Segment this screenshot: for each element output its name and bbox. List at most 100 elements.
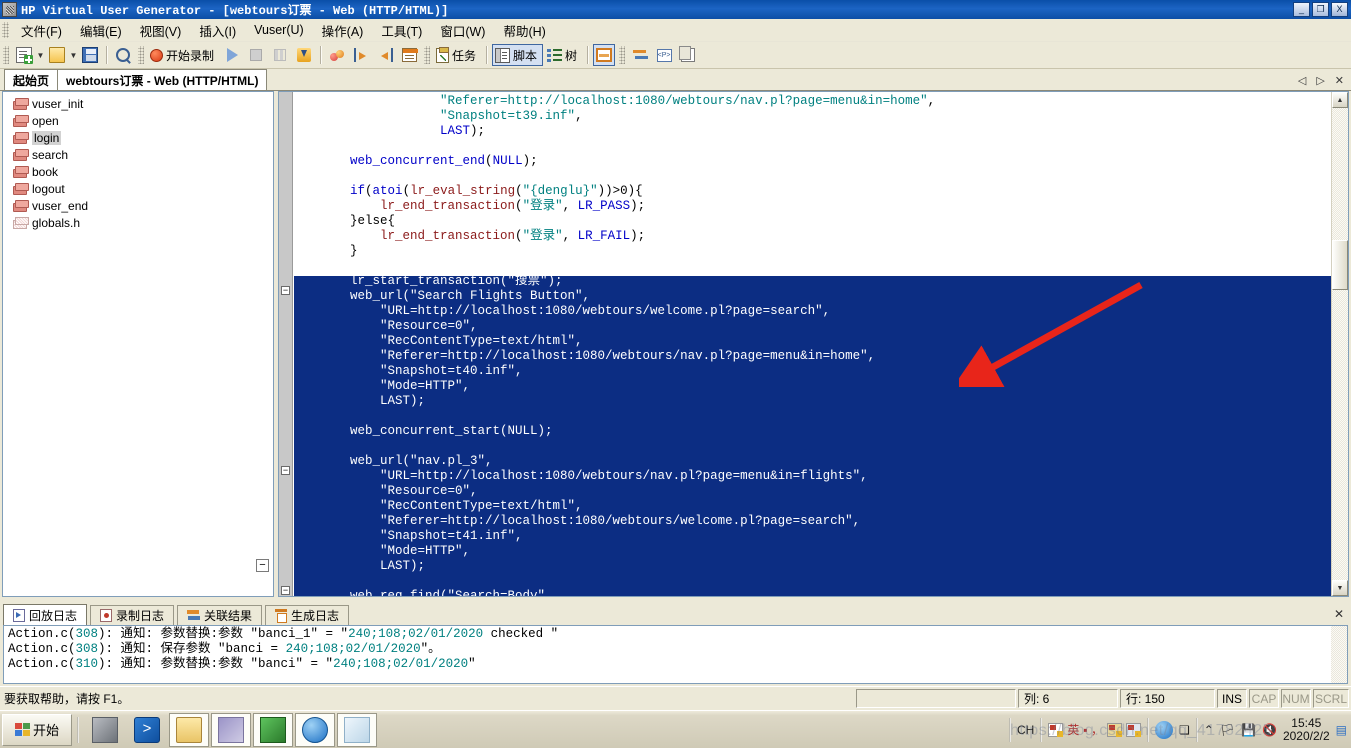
code-text[interactable]: "Referer=http://localhost:1080/webtours/… (294, 92, 1331, 596)
menu-item-action[interactable]: 操作(A) (313, 18, 373, 43)
tree-collapse-button[interactable]: − (256, 559, 269, 572)
log-tab-replay[interactable]: 回放日志 (3, 604, 88, 625)
find-button[interactable] (112, 44, 134, 66)
toolbar-grip-2[interactable] (138, 46, 144, 64)
tray-app-icon[interactable] (1154, 720, 1173, 739)
maximize-button[interactable]: ❐ (1312, 2, 1329, 17)
ime-mode-label[interactable]: 英 (1067, 721, 1079, 738)
menu-item-insert[interactable]: 插入(I) (190, 18, 245, 43)
new-script-button[interactable] (13, 44, 35, 66)
parameter-list-button[interactable] (398, 44, 420, 66)
taskbar-item-internet-explorer[interactable] (295, 712, 335, 747)
tab-prev-button[interactable]: ◁ (1298, 74, 1306, 87)
toolbar-grip-3[interactable] (424, 46, 431, 64)
tray-language-indicator[interactable]: CH (1017, 723, 1034, 737)
log-tab-generation[interactable]: 生成日志 (265, 605, 350, 625)
fold-marker-3[interactable]: − (281, 586, 290, 595)
menu-item-file[interactable]: 文件(F) (12, 18, 71, 43)
tree-item-search[interactable]: search (3, 146, 273, 163)
tree-item-open[interactable]: open (3, 112, 273, 129)
code-token: web_concurrent_start(NULL); (350, 424, 553, 438)
log-tab-correlation[interactable]: 关联结果 (177, 605, 263, 625)
menu-item-edit[interactable]: 编辑(E) (71, 18, 131, 43)
taskbar-item-powershell[interactable]: > (127, 713, 167, 747)
tray-expand-icon[interactable]: ❏ (1179, 723, 1190, 737)
pause-button[interactable] (269, 44, 291, 66)
tray-clock[interactable]: 15:45 2020/2/2 (1283, 716, 1330, 743)
next-step-button[interactable] (374, 44, 396, 66)
taskbar-item-vugen[interactable] (253, 712, 293, 747)
doc-tab-webtours[interactable]: webtours订票 - Web (HTTP/HTML) (57, 69, 268, 90)
scroll-up-button[interactable]: ▲ (1332, 92, 1348, 108)
menu-item-tools[interactable]: 工具(T) (372, 18, 431, 43)
scroll-down-button[interactable]: ▼ (1332, 580, 1348, 596)
start-record-button[interactable]: 开始录制 (148, 44, 219, 66)
tray-volume-mute-icon[interactable]: 🔇 (1262, 723, 1277, 737)
fold-marker-1[interactable]: − (281, 286, 290, 295)
menu-grip[interactable] (2, 22, 9, 38)
tree-item-vuser-init[interactable]: vuser_init (3, 95, 273, 112)
new-script-dropdown[interactable]: ▼ (36, 45, 45, 65)
menu-item-view[interactable]: 视图(V) (131, 18, 191, 43)
taskbar-item-server-manager[interactable] (85, 713, 125, 747)
fold-marker-2[interactable]: − (281, 466, 290, 475)
log-line: Action.c(308): 通知: 保存参数 "banci = 240;108… (8, 642, 441, 656)
code-token: LAST (440, 124, 471, 138)
log-tab-record[interactable]: 录制日志 (90, 605, 175, 625)
split-view-button[interactable] (593, 44, 616, 66)
script-view-button[interactable]: 脚本 (492, 44, 544, 66)
start-button[interactable]: 开始 (2, 713, 72, 746)
tree-item-book[interactable]: book (3, 163, 273, 180)
scroll-thumb[interactable] (1332, 240, 1348, 290)
toolbar-grip-1[interactable] (3, 46, 9, 64)
log-output[interactable]: Action.c(308): 通知: 参数替换:参数 "banci_1" = "… (3, 625, 1348, 684)
run-button[interactable] (221, 44, 243, 66)
task-button[interactable]: 任务 (434, 44, 481, 66)
parameter-grid-icon (401, 48, 418, 62)
tab-close-button[interactable]: ✕ (1335, 74, 1344, 87)
runtime-settings-button[interactable] (326, 44, 348, 66)
open-dropdown[interactable]: ▼ (69, 45, 78, 65)
tree-item-globals-h[interactable]: globals.h (3, 214, 273, 231)
show-desktop-button[interactable]: ▤ (1336, 723, 1347, 737)
code-line: "URL=http://localhost:1080/webtours/welc… (294, 304, 1331, 319)
minimize-button[interactable]: _ (1293, 2, 1310, 17)
log-vertical-scrollbar[interactable] (1331, 626, 1347, 683)
code-token: , (927, 94, 936, 108)
taskbar-item-file-explorer[interactable] (169, 712, 209, 747)
tree-view-button[interactable]: 树 (545, 44, 582, 66)
previous-step-button[interactable] (350, 44, 372, 66)
taskbar-item-media[interactable] (211, 712, 251, 747)
notepad-icon (344, 716, 370, 743)
tray-disk-icon[interactable]: 💾 (1241, 723, 1256, 737)
menu-item-window[interactable]: 窗口(W) (431, 18, 494, 43)
menu-item-help[interactable]: 帮助(H) (494, 18, 554, 43)
log-panel-close-button[interactable]: ✕ (1334, 607, 1344, 621)
tree-item-logout[interactable]: logout (3, 180, 273, 197)
open-button[interactable] (46, 44, 68, 66)
menu-item-vuser[interactable]: Vuser(U) (245, 20, 313, 40)
tray-network-icon[interactable]: 🏳 (1220, 723, 1235, 737)
copy-button[interactable] (677, 44, 699, 66)
tray-chevron-up-icon[interactable]: ⌃ (1204, 723, 1214, 737)
editor-vertical-scrollbar[interactable]: ▲ ▼ (1331, 92, 1348, 596)
tree-item-login[interactable]: login (3, 129, 273, 146)
ime-softkeyboard-icon[interactable] (1125, 722, 1141, 737)
action-icon (13, 132, 29, 144)
tab-next-button[interactable]: ▷ (1316, 74, 1324, 87)
sync-button[interactable] (629, 44, 651, 66)
download-button[interactable] (293, 44, 315, 66)
ime-toolbar[interactable]: 英 ▪ ， (1048, 721, 1141, 738)
log-panel: 回放日志 录制日志 关联结果 生成日志 ✕ Action.c(308): 通知:… (0, 601, 1351, 686)
code-editor[interactable]: − − − "Referer=http://localhost:1080/web… (278, 91, 1349, 597)
ime-pad-icon[interactable] (1106, 722, 1122, 737)
taskbar-item-notepad[interactable] (337, 712, 377, 747)
tree-item-vuser-end[interactable]: vuser_end (3, 197, 273, 214)
doc-tab-start-page[interactable]: 起始页 (4, 69, 59, 90)
close-button[interactable]: X (1331, 2, 1348, 17)
code-token: web_url("Search Flights Button", (350, 289, 591, 303)
snapshot-button[interactable]: <P> (653, 44, 675, 66)
toolbar-grip-4[interactable] (619, 46, 626, 64)
stop-button[interactable] (245, 44, 267, 66)
save-button[interactable] (79, 44, 101, 66)
